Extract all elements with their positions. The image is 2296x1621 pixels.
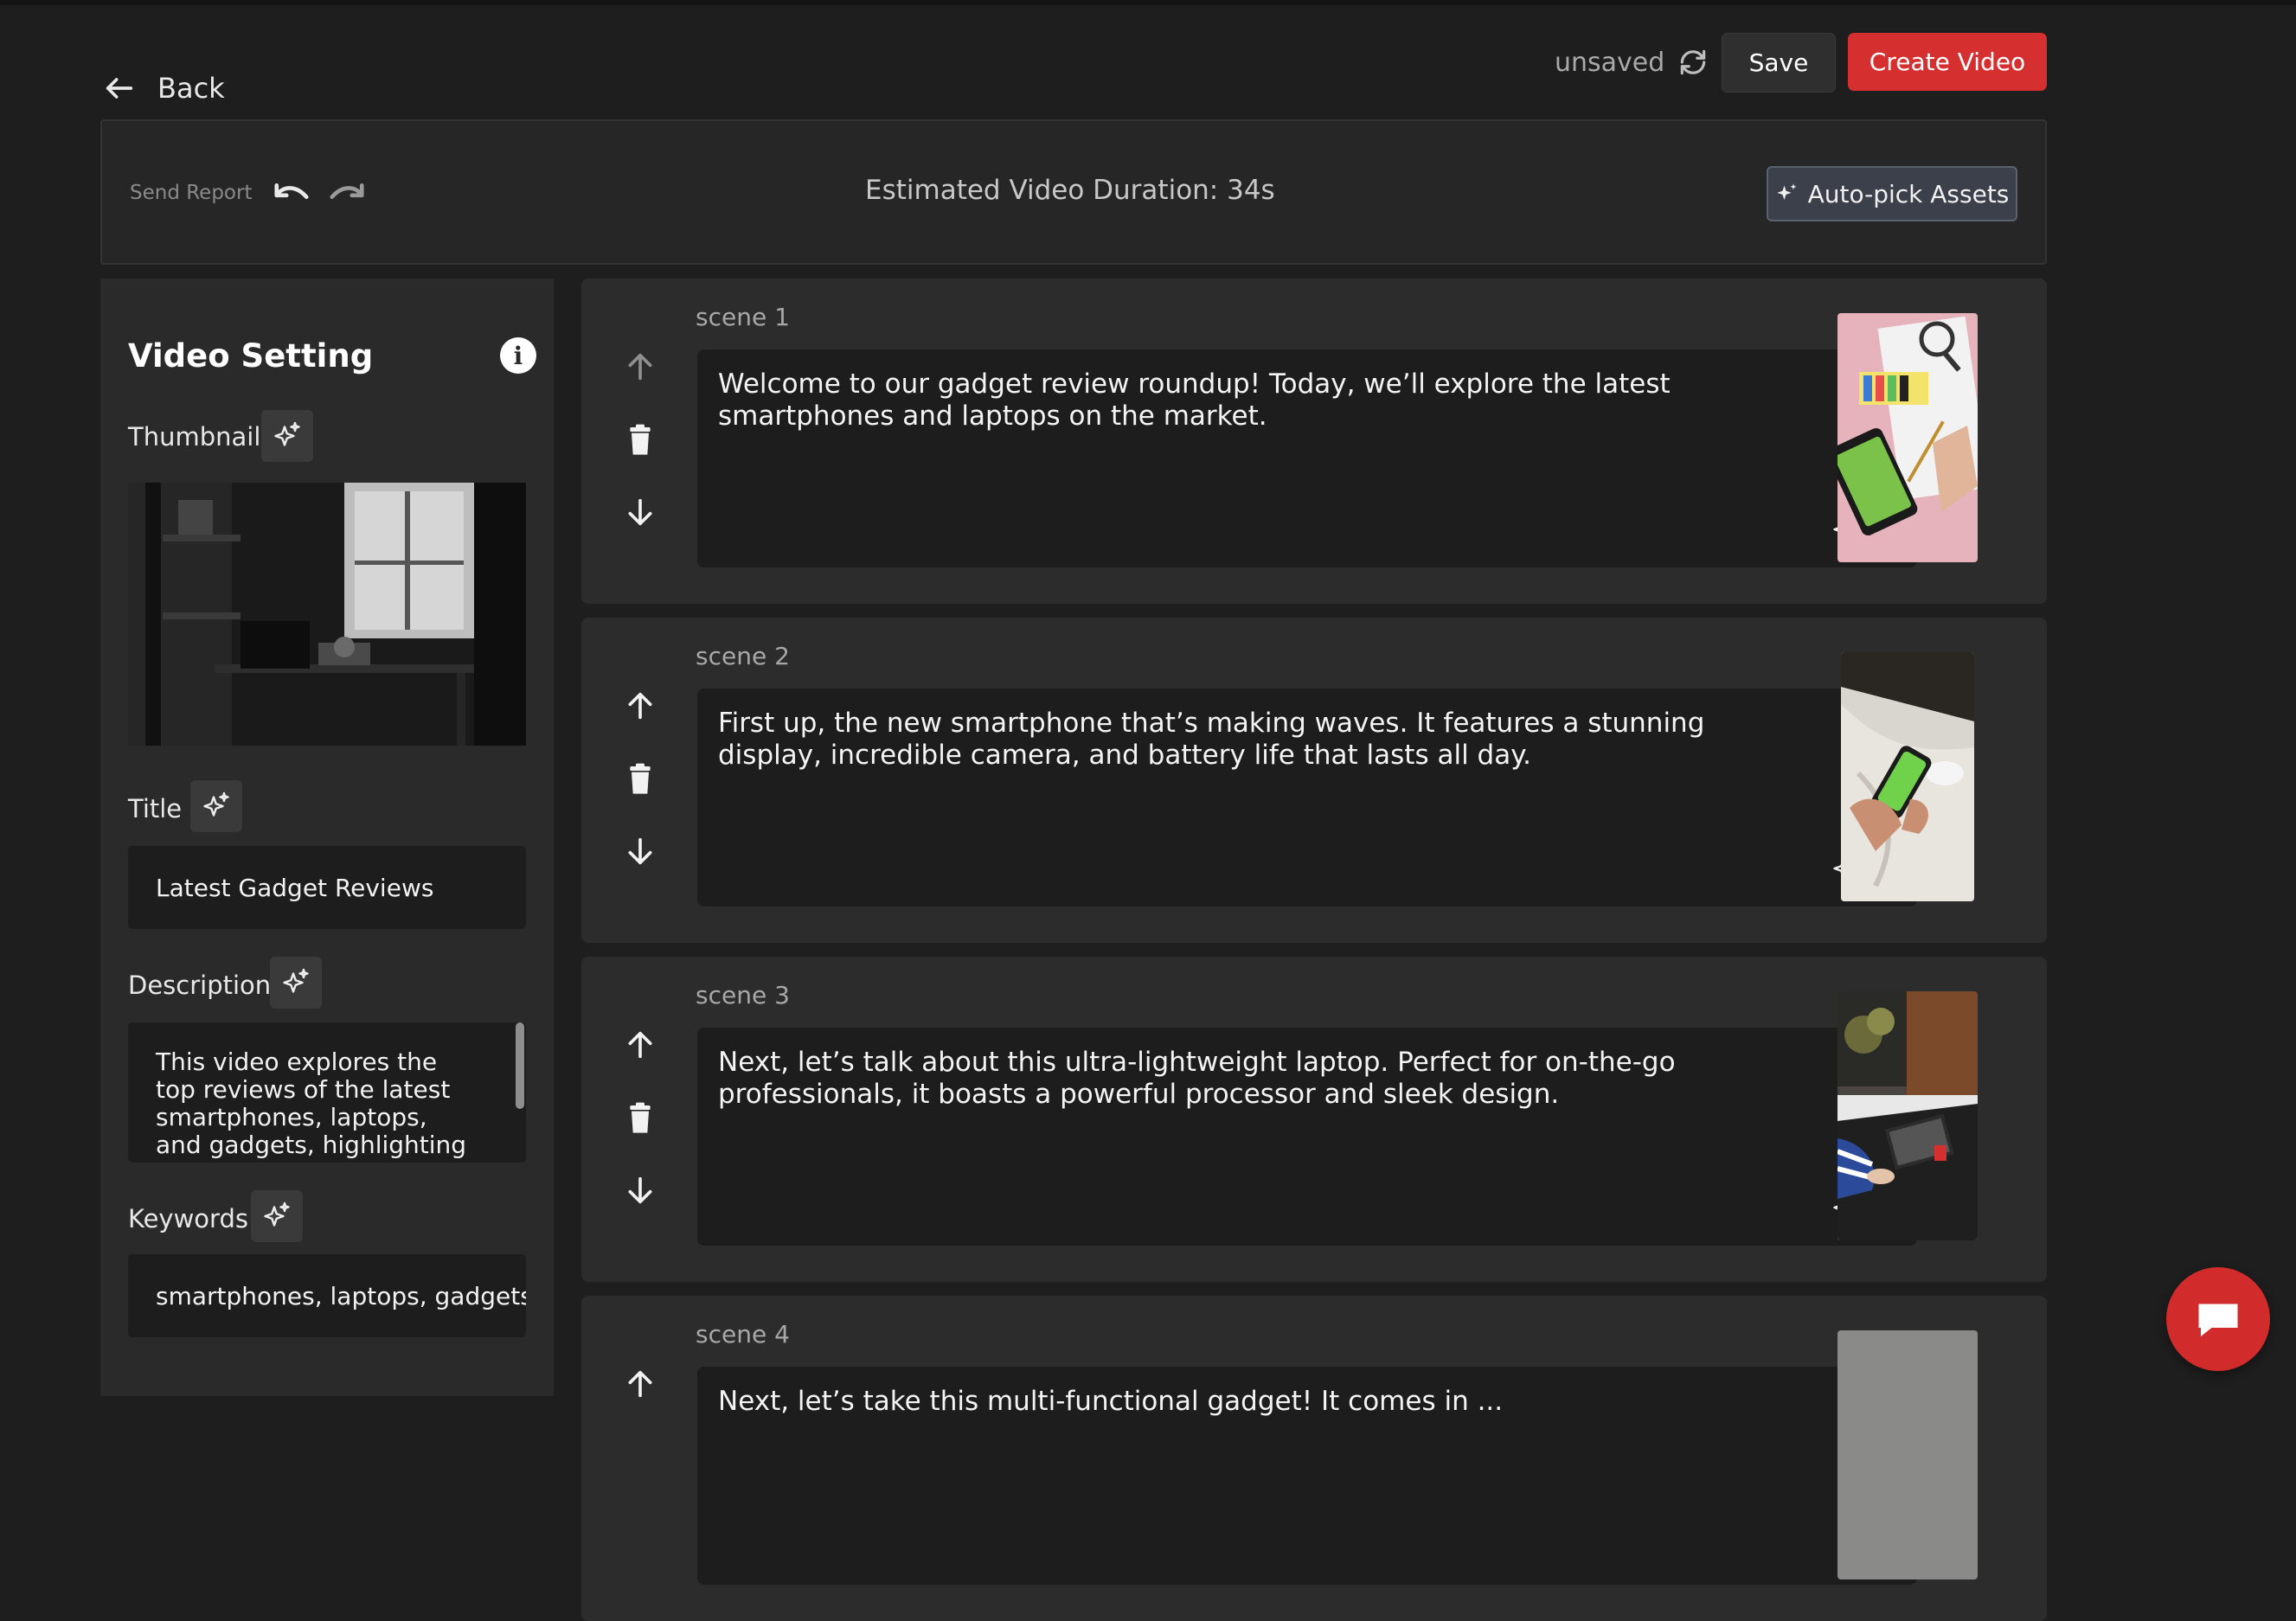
- scene-label: scene 1: [696, 303, 790, 331]
- estimated-duration: Estimated Video Duration: 34s: [865, 175, 1275, 206]
- arrow-down-icon[interactable]: [623, 1171, 657, 1209]
- sparkle-icon: [274, 421, 300, 446]
- save-status: unsaved: [1555, 45, 1709, 80]
- send-report-link[interactable]: Send Report: [130, 182, 252, 204]
- back-arrow-icon: [106, 78, 133, 99]
- scene-image[interactable]: [1837, 313, 1978, 562]
- keywords-label: Keywords: [128, 1204, 248, 1233]
- keywords-ai-button[interactable]: [251, 1190, 303, 1242]
- scene-script-text: Next, let’s take this multi-functional g…: [718, 1386, 1504, 1417]
- sync-icon[interactable]: [1677, 46, 1709, 79]
- thumbnail-label: Thumbnail: [128, 422, 261, 452]
- arrow-down-icon[interactable]: [623, 832, 657, 870]
- back-label: Back: [157, 72, 225, 105]
- sparkle-icon: [283, 968, 309, 993]
- description-scrollbar[interactable]: [516, 1022, 524, 1109]
- scene-script-input[interactable]: Welcome to our gadget review roundup! To…: [697, 349, 1917, 567]
- description-ai-button[interactable]: [270, 957, 322, 1009]
- title-label: Title: [128, 794, 183, 823]
- sparkle-icon: [203, 791, 229, 817]
- sparkle-icon: [264, 1201, 290, 1227]
- scene-card: scene 3 Next, let’s talk about this ultr…: [581, 957, 2047, 1282]
- auto-pick-label: Auto-pick Assets: [1807, 179, 2010, 208]
- description-text: This video explores the top reviews of t…: [156, 1048, 467, 1163]
- scene-script-input[interactable]: Next, let’s take this multi-functional g…: [697, 1367, 1917, 1585]
- thumbnail-image[interactable]: [128, 483, 526, 746]
- title-input[interactable]: Latest Gadget Reviews: [128, 846, 526, 929]
- chat-support-button[interactable]: [2166, 1267, 2270, 1371]
- scene-label: scene 2: [696, 642, 790, 670]
- description-textarea[interactable]: This video explores the top reviews of t…: [128, 1022, 526, 1163]
- scene-image[interactable]: [1837, 991, 1978, 1240]
- auto-pick-assets-button[interactable]: Auto-pick Assets: [1767, 166, 2017, 221]
- video-setting-panel: Video Setting i Thumbnail Title Latest G…: [100, 279, 554, 1396]
- scene-script-text: First up, the new smartphone that’s maki…: [718, 708, 1705, 771]
- scene-label: scene 4: [696, 1320, 790, 1349]
- scene-script-input[interactable]: Next, let’s talk about this ultra-lightw…: [697, 1028, 1917, 1246]
- redo-icon[interactable]: [327, 175, 367, 209]
- scene-script-text: Welcome to our gadget review roundup! To…: [718, 368, 1671, 432]
- save-button[interactable]: Save: [1722, 33, 1836, 93]
- scene-script-input[interactable]: First up, the new smartphone that’s maki…: [697, 689, 1917, 907]
- scene-card: scene 1 Welcome to our gadget review rou…: [581, 279, 2047, 604]
- info-icon[interactable]: i: [500, 337, 536, 374]
- arrow-up-icon[interactable]: [623, 1026, 657, 1064]
- arrow-down-icon[interactable]: [623, 493, 657, 531]
- trash-icon[interactable]: [623, 760, 657, 798]
- scene-image[interactable]: [1841, 652, 1974, 901]
- thumbnail-ai-button[interactable]: [261, 410, 313, 462]
- editor-toolbar: Send Report Estimated Video Duration: 34…: [100, 119, 2047, 265]
- sparkle-icon: [1776, 183, 1797, 200]
- chat-icon: [2198, 1304, 2238, 1336]
- scene-card: scene 2 First up, the new smartphone tha…: [581, 618, 2047, 943]
- arrow-up-icon[interactable]: [623, 687, 657, 725]
- back-button[interactable]: Back: [102, 69, 225, 107]
- trash-icon[interactable]: [623, 421, 657, 459]
- scene-script-text: Next, let’s talk about this ultra-lightw…: [718, 1047, 1676, 1110]
- undo-icon[interactable]: [272, 175, 311, 209]
- top-border: [0, 0, 2296, 5]
- trash-icon[interactable]: [623, 1099, 657, 1137]
- arrow-up-icon[interactable]: [623, 1365, 657, 1403]
- scene-image[interactable]: [1837, 1330, 1978, 1579]
- keywords-input[interactable]: smartphones, laptops, gadgets: [128, 1254, 526, 1337]
- title-ai-button[interactable]: [190, 780, 242, 832]
- scene-card: scene 4 Next, let’s take this multi-func…: [581, 1296, 2047, 1621]
- arrow-up-icon[interactable]: [623, 348, 657, 386]
- scene-label: scene 3: [696, 981, 790, 1009]
- panel-title: Video Setting: [128, 337, 374, 375]
- save-status-text: unsaved: [1555, 47, 1665, 78]
- create-video-button[interactable]: Create Video: [1848, 33, 2047, 91]
- description-label: Description: [128, 971, 272, 1000]
